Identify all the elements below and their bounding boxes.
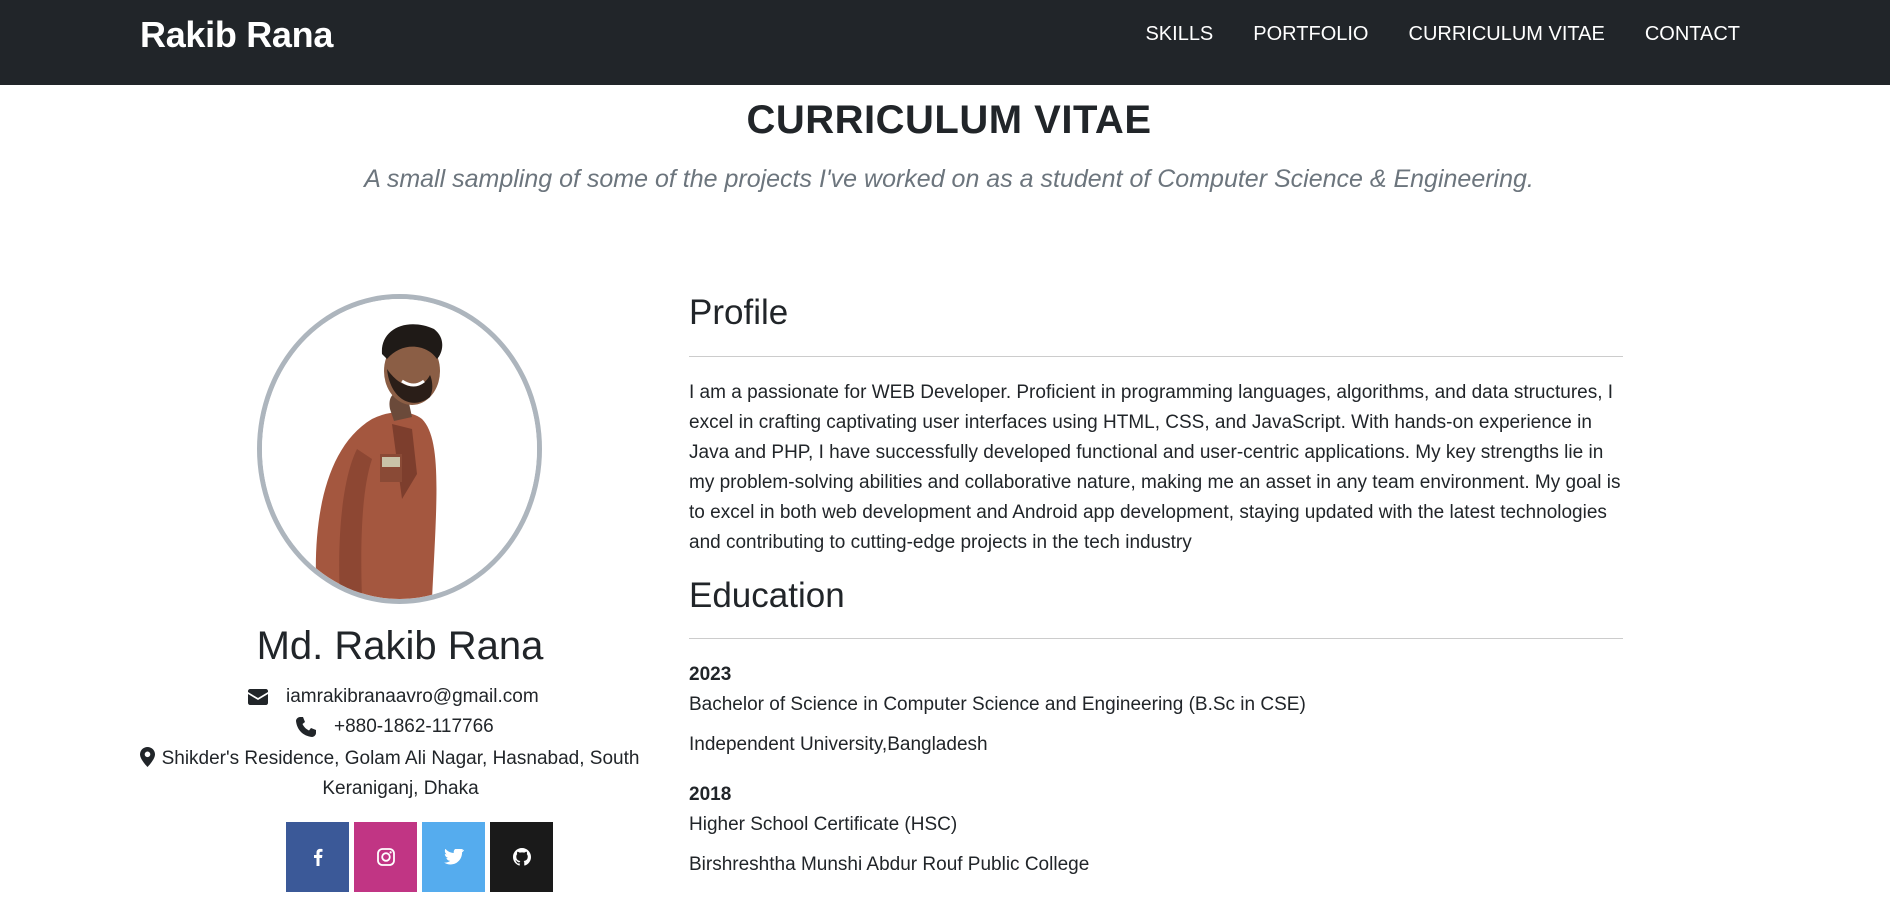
top-navbar: Rakib Rana SKILLS PORTFOLIO CURRICULUM V… [0,0,1890,85]
twitter-icon [443,849,464,865]
person-name: Md. Rakib Rana [256,624,544,668]
email-text[interactable]: iamrakibranaavro@gmail.com [286,686,539,708]
nav-link-contact[interactable]: CONTACT [1645,23,1740,46]
address-text: Shikder's Residence, Golam Ali Nagar, Ha… [161,748,640,799]
github-icon [512,848,531,866]
instagram-button[interactable] [354,822,417,892]
education-institution: Independent University,Bangladesh [689,734,988,755]
education-degree: Bachelor of Science in Computer Science … [689,694,1306,715]
nav-link-portfolio[interactable]: PORTFOLIO [1253,23,1368,46]
facebook-button[interactable] [286,822,349,892]
education-heading: Education [689,576,845,615]
profile-photo [257,294,542,604]
map-marker-icon [140,747,155,767]
page-title: CURRICULUM VITAE [746,98,1152,142]
nav-link-curriculum-vitae[interactable]: CURRICULUM VITAE [1409,23,1605,46]
profile-heading: Profile [689,293,789,332]
education-degree: Higher School Certificate (HSC) [689,814,958,835]
github-button[interactable] [490,822,553,892]
phone-line: +880-1862-117766 [296,716,494,738]
education-institution: Birshreshtha Munshi Abdur Rouf Public Co… [689,854,1090,875]
nav-links: SKILLS PORTFOLIO CURRICULUM VITAE CONTAC… [1105,0,1740,68]
education-year: 2023 [689,664,732,685]
brand-logo[interactable]: Rakib Rana [140,14,333,56]
instagram-icon [376,848,395,866]
profile-text: I am a passionate for WEB Developer. Pro… [689,382,1621,553]
social-links [286,822,558,892]
email-line: iamrakibranaavro@gmail.com [248,686,539,708]
page-subtitle: A small sampling of some of the projects… [364,165,1534,193]
phone-text[interactable]: +880-1862-117766 [334,716,494,738]
address-block: Shikder's Residence, Golam Ali Nagar, Ha… [138,744,663,804]
education-divider [689,638,1623,639]
phone-icon [296,717,316,737]
twitter-button[interactable] [422,822,485,892]
profile-divider [689,356,1623,357]
nav-link-skills[interactable]: SKILLS [1145,23,1213,46]
facebook-icon [313,848,322,866]
envelope-icon [248,689,268,705]
education-year: 2018 [689,784,732,805]
